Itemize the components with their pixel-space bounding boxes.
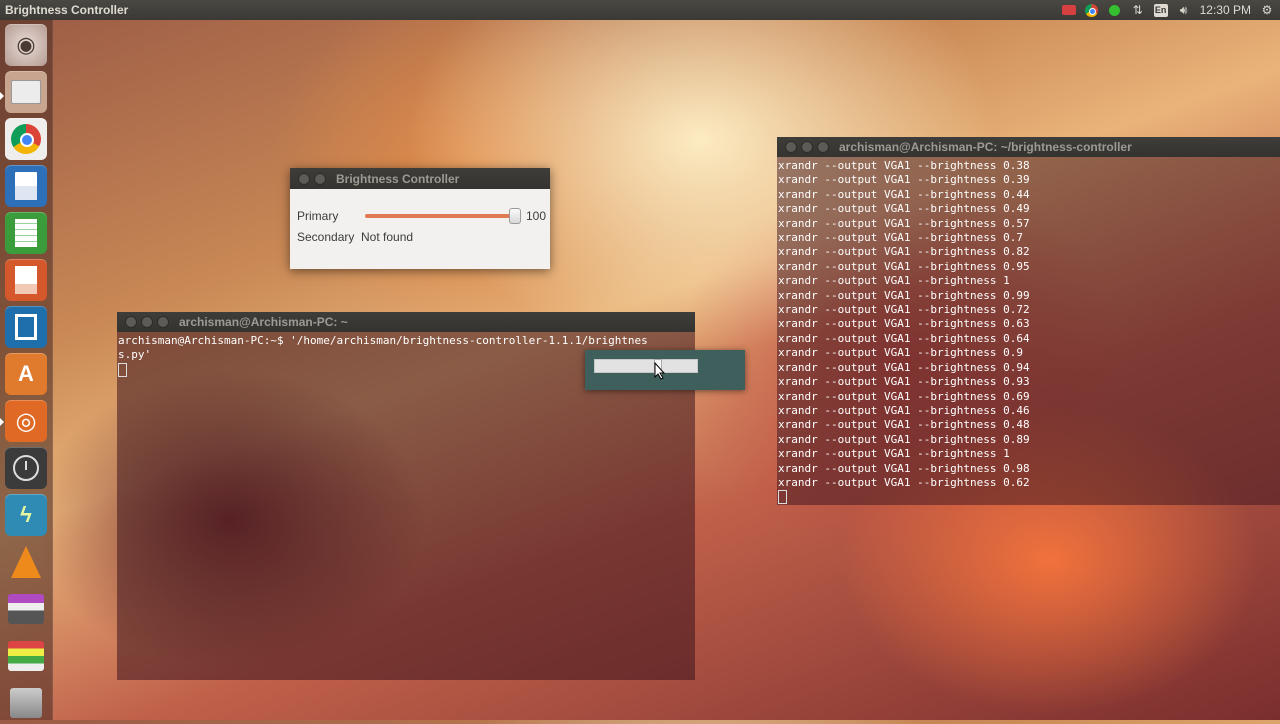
- workspace-launcher[interactable]: [5, 635, 47, 677]
- keyboard-language-indicator[interactable]: En: [1153, 3, 1168, 17]
- window-titlebar[interactable]: Brightness Controller: [290, 168, 550, 189]
- top-panel: Brightness Controller ⇅ En 🔊︎ 12:30 PM ⚙: [0, 0, 1280, 20]
- indicator-area: ⇅ En 🔊︎ 12:30 PM ⚙: [1061, 3, 1280, 17]
- traffic-cone-icon: [11, 546, 41, 578]
- brightness-controller-window: Brightness Controller Primary 100 Second…: [290, 168, 550, 269]
- terminal-line: xrandr --output VGA1 --brightness 0.99: [778, 288, 1030, 302]
- primary-brightness-slider[interactable]: [365, 214, 515, 218]
- popup-brightness-slider[interactable]: [594, 359, 698, 373]
- minimize-icon[interactable]: [314, 172, 326, 185]
- system-settings-launcher[interactable]: [5, 447, 47, 489]
- secondary-label: Secondary: [297, 230, 355, 244]
- terminal-line: xrandr --output VGA1 --brightness 0.44: [778, 187, 1030, 201]
- brackets-icon: [15, 314, 37, 340]
- gear-icon[interactable]: ⚙: [1260, 3, 1274, 17]
- writer-launcher[interactable]: [5, 165, 47, 207]
- active-app-title: Brightness Controller: [5, 3, 129, 17]
- vlc-launcher[interactable]: [5, 541, 47, 583]
- printer-icon: [8, 594, 44, 624]
- primary-label: Primary: [297, 209, 339, 223]
- network-arrows-icon[interactable]: ⇅: [1131, 3, 1145, 17]
- chrome-indicator-icon[interactable]: [1085, 3, 1099, 17]
- lightning-icon: ϟ: [20, 502, 32, 527]
- terminal-line: xrandr --output VGA1 --brightness 0.72: [778, 303, 1030, 317]
- maximize-icon[interactable]: [817, 141, 829, 153]
- spreadsheet-icon: [15, 219, 37, 247]
- terminal-line: xrandr --output VGA1 --brightness 0.57: [778, 216, 1030, 230]
- impress-launcher[interactable]: [5, 259, 47, 301]
- text-cursor: [778, 490, 787, 505]
- terminal-line: xrandr --output VGA1 --brightness 0.62: [778, 475, 1030, 489]
- chrome-icon: [11, 124, 41, 154]
- close-icon[interactable]: [125, 316, 137, 328]
- terminal-output[interactable]: xrandr --output VGA1 --brightness 0.38 xr…: [777, 157, 1280, 505]
- window-title: archisman@Archisman-PC: ~/brightness-con…: [839, 139, 1132, 154]
- maximize-icon[interactable]: [157, 316, 169, 328]
- scanner-launcher[interactable]: [5, 588, 47, 630]
- ubuntu-circle-icon: ◎: [15, 407, 37, 435]
- minimize-icon[interactable]: [801, 141, 813, 153]
- window-titlebar[interactable]: archisman@Archisman-PC: ~: [117, 312, 695, 332]
- document-icon: [15, 172, 37, 200]
- close-icon[interactable]: [785, 141, 797, 153]
- trash-launcher[interactable]: [5, 682, 47, 724]
- terminal-line: xrandr --output VGA1 --brightness 0.94: [778, 360, 1030, 374]
- secondary-status: Not found: [361, 230, 414, 244]
- clock[interactable]: 12:30 PM: [1200, 3, 1251, 17]
- folder-icon: [11, 80, 41, 104]
- terminal-line: xrandr --output VGA1 --brightness 0.63: [778, 317, 1030, 331]
- window-title: archisman@Archisman-PC: ~: [179, 314, 348, 329]
- terminal-line: xrandr --output VGA1 --brightness 0.82: [778, 245, 1030, 259]
- presentation-icon: [15, 266, 37, 294]
- terminal-line: xrandr --output VGA1 --brightness 1: [778, 274, 1010, 288]
- text-cursor: [118, 362, 127, 377]
- terminal-line: xrandr --output VGA1 --brightness 0.93: [778, 375, 1030, 389]
- ubuntu-logo-icon: ◉: [16, 32, 36, 57]
- primary-value: 100: [526, 209, 547, 223]
- terminal-line: xrandr --output VGA1 --brightness 0.49: [778, 202, 1030, 216]
- power-tool-launcher[interactable]: ϟ: [5, 494, 47, 536]
- terminal-line: xrandr --output VGA1 --brightness 0.95: [778, 259, 1030, 273]
- minimize-icon[interactable]: [141, 316, 153, 328]
- terminal-line: xrandr --output VGA1 --brightness 0.7: [778, 231, 1024, 245]
- stack-icon: [8, 641, 44, 671]
- terminal-line: xrandr --output VGA1 --brightness 0.98: [778, 461, 1030, 475]
- software-center-launcher[interactable]: A: [5, 353, 47, 395]
- close-icon[interactable]: [298, 172, 310, 185]
- launcher: ◉ A ◎ ϟ: [0, 20, 53, 720]
- volume-icon[interactable]: 🔊︎: [1177, 3, 1191, 17]
- window-title: Brightness Controller: [336, 171, 460, 186]
- clock-icon: [13, 455, 39, 481]
- primary-slider-handle[interactable]: [509, 208, 521, 224]
- terminal-line: xrandr --output VGA1 --brightness 0.39: [778, 173, 1030, 187]
- terminal-line: archisman@Archisman-PC:~$ '/home/archism…: [118, 334, 648, 347]
- trash-icon: [10, 688, 42, 718]
- online-status-icon[interactable]: [1108, 3, 1122, 17]
- terminal-line: xrandr --output VGA1 --brightness 0.64: [778, 331, 1030, 345]
- terminal-line: xrandr --output VGA1 --brightness 0.46: [778, 403, 1030, 417]
- terminal-line: xrandr --output VGA1 --brightness 0.69: [778, 389, 1030, 403]
- ubuntu-one-launcher[interactable]: ◎: [5, 400, 47, 442]
- files-launcher[interactable]: [5, 71, 47, 113]
- terminal-line: xrandr --output VGA1 --brightness 1: [778, 447, 1010, 461]
- chrome-launcher[interactable]: [5, 118, 47, 160]
- terminal-line: xrandr --output VGA1 --brightness 0.38: [778, 159, 1030, 172]
- terminal-line: xrandr --output VGA1 --brightness 0.48: [778, 418, 1030, 432]
- brackets-launcher[interactable]: [5, 306, 47, 348]
- shopping-bag-icon: A: [18, 361, 34, 386]
- dash-home-button[interactable]: ◉: [5, 24, 47, 66]
- calc-launcher[interactable]: [5, 212, 47, 254]
- terminal-line: xrandr --output VGA1 --brightness 0.9: [778, 346, 1024, 360]
- terminal-window-brightness-controller[interactable]: archisman@Archisman-PC: ~/brightness-con…: [777, 137, 1280, 505]
- recording-indicator-icon[interactable]: [1061, 3, 1076, 17]
- window-titlebar[interactable]: archisman@Archisman-PC: ~/brightness-con…: [777, 137, 1280, 157]
- terminal-line: xrandr --output VGA1 --brightness 0.89: [778, 432, 1030, 446]
